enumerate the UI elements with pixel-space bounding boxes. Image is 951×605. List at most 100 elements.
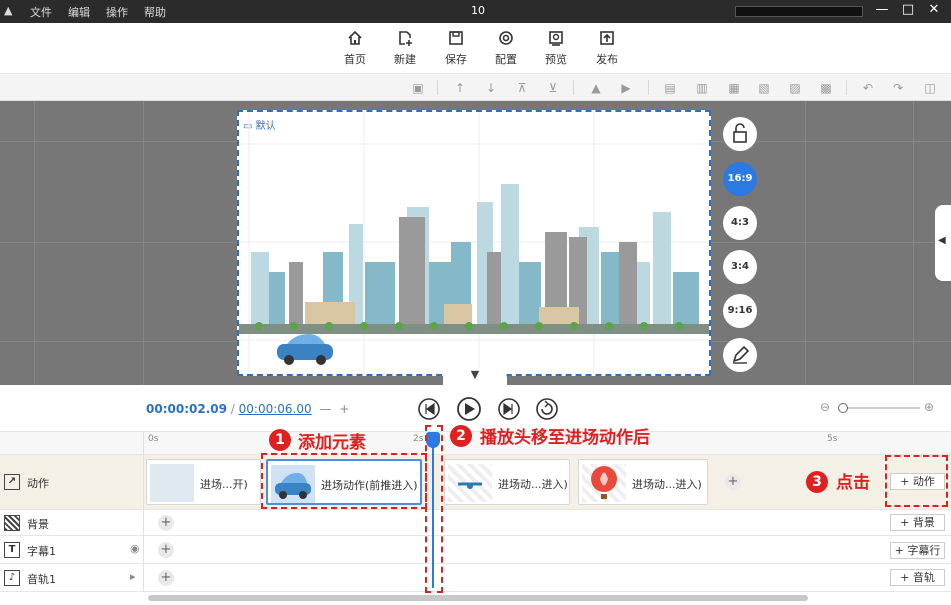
edit-button[interactable] [723, 338, 757, 372]
next-icon[interactable] [498, 398, 520, 420]
zoom-out-icon[interactable]: ⊖ [820, 400, 830, 414]
hot-air-balloon-icon [591, 466, 617, 499]
save-button[interactable]: 保存 [436, 29, 476, 67]
clip-label: 进场动...进入) [632, 478, 702, 491]
clip-4[interactable]: 进场动...进入) [578, 459, 708, 505]
align-bottom-icon[interactable]: ▨ [787, 80, 803, 96]
menu-edit[interactable]: 编辑 [68, 4, 90, 20]
time-separator: / [230, 402, 235, 416]
add-bg-button[interactable]: + 背景 [890, 514, 945, 531]
annotation-box-1 [261, 453, 427, 509]
timeline-toggle[interactable]: ▼ [443, 368, 507, 388]
add-track-button[interactable]: + 音轨 [890, 569, 945, 586]
add-background-button[interactable]: + [158, 515, 174, 531]
text-icon: T [4, 542, 20, 558]
preview-button[interactable]: 预览 [536, 29, 576, 67]
save-label: 保存 [445, 53, 467, 66]
action-icon: ↗ [4, 474, 20, 490]
window-title: 10 [471, 4, 485, 17]
divider [846, 80, 847, 95]
volume-icon[interactable]: ▸ [130, 570, 136, 583]
delete-icon[interactable]: ◫ [922, 80, 938, 96]
align-center-icon[interactable]: ▦ [726, 80, 742, 96]
publish-button[interactable]: 发布 [587, 29, 627, 67]
ratio-3-4-button[interactable]: 3:4 [723, 250, 757, 284]
clip-thumbnail [582, 464, 626, 502]
play-icon[interactable] [457, 397, 481, 421]
ratio-16-9-button[interactable]: 16:9 [723, 162, 757, 196]
flip-vertical-icon[interactable]: ▶ [618, 80, 634, 96]
zoom-slider[interactable]: ⊖ ⊕ [820, 400, 940, 416]
minimize-button[interactable]: — [872, 2, 892, 17]
ruler-end: 5s [827, 434, 838, 444]
row-action-label: 动作 [27, 477, 49, 490]
redo-icon[interactable]: ↷ [890, 80, 906, 96]
preview-icon [549, 31, 563, 46]
zoom-handle[interactable] [838, 403, 848, 413]
align-top-icon[interactable]: ▥ [694, 80, 710, 96]
current-time: 00:00:02.09 [146, 402, 227, 416]
close-button[interactable]: ✕ [924, 2, 944, 17]
eye-icon[interactable]: ◉ [130, 542, 140, 555]
clip-3[interactable]: 进场动...进入) [444, 459, 570, 505]
zoom-in-icon[interactable]: ⊕ [924, 400, 934, 414]
ratio-9-16-button[interactable]: 9:16 [723, 294, 757, 328]
zoom-track [840, 407, 920, 409]
annotation-box-2 [425, 425, 443, 593]
city-skyline-image [239, 112, 709, 374]
timeline-scrollbar[interactable] [148, 595, 808, 601]
annotation-badge-1: 1 [269, 429, 291, 451]
row-subtitle-label: 字幕1 [27, 545, 56, 558]
settings-icon [499, 31, 513, 45]
add-audio-button[interactable]: + [158, 570, 174, 586]
move-down-icon[interactable]: ↓ [483, 80, 499, 96]
lock-ratio-button[interactable] [723, 117, 757, 151]
pencil-icon [732, 345, 750, 364]
annotation-badge-2: 2 [450, 425, 472, 447]
total-time[interactable]: 00:00:06.00 [239, 402, 312, 416]
align-middle-icon[interactable]: ▩ [818, 80, 834, 96]
time-minus-button[interactable]: — [319, 402, 331, 416]
ruler-start: 0s [148, 434, 159, 444]
account-field[interactable] [735, 6, 863, 17]
time-plus-button[interactable]: + [339, 402, 349, 416]
annotation-box-3 [885, 455, 948, 507]
preview-label: 预览 [545, 53, 567, 66]
add-subtitle-line-button[interactable]: + 字幕行 [890, 542, 945, 559]
undo-icon[interactable]: ↶ [860, 80, 876, 96]
replay-icon[interactable] [536, 398, 558, 420]
align-right-icon[interactable]: ▧ [756, 80, 772, 96]
ratio-4-3-button[interactable]: 4:3 [723, 206, 757, 240]
home-button[interactable]: 首页 [335, 29, 375, 67]
clip-1[interactable]: 进场...开) [146, 459, 261, 505]
bring-to-front-icon[interactable]: ⊼ [514, 80, 530, 96]
config-button[interactable]: 配置 [486, 29, 526, 67]
menu-operate[interactable]: 操作 [106, 4, 128, 20]
home-label: 首页 [344, 53, 366, 66]
clip-label: 进场动...进入) [498, 478, 568, 491]
collapse-down-icon: ▼ [470, 368, 480, 381]
annotation-text-2: 播放头移至进场动作后 [480, 428, 650, 448]
lock-icon[interactable]: ▣ [410, 80, 426, 96]
main-toolbar: 首页 新建 保存 配置 预览 发布 [0, 23, 951, 74]
move-up-icon[interactable]: ↑ [452, 80, 468, 96]
flip-horizontal-icon[interactable]: ▲ [588, 80, 604, 96]
add-subtitle-button[interactable]: + [158, 542, 174, 558]
annotation-badge-3: 3 [806, 471, 828, 493]
title-bar: ▲ 文件 编辑 操作 帮助 10 — □ ✕ [0, 0, 951, 23]
publish-label: 发布 [596, 53, 618, 66]
music-icon: ♪ [4, 570, 20, 586]
add-clip-button[interactable]: + [725, 474, 741, 490]
prev-icon[interactable] [418, 398, 440, 420]
unlock-icon [733, 123, 747, 143]
side-panel-toggle[interactable]: ◀ [935, 205, 951, 281]
maximize-button[interactable]: □ [898, 2, 918, 17]
menu-help[interactable]: 帮助 [144, 4, 166, 20]
menu-file[interactable]: 文件 [30, 4, 52, 20]
new-button[interactable]: 新建 [385, 29, 425, 67]
car-image[interactable] [277, 334, 333, 365]
scene-canvas[interactable]: ▭ 默认 [237, 110, 711, 376]
divider [437, 80, 438, 95]
send-to-back-icon[interactable]: ⊻ [545, 80, 561, 96]
align-left-icon[interactable]: ▤ [662, 80, 678, 96]
